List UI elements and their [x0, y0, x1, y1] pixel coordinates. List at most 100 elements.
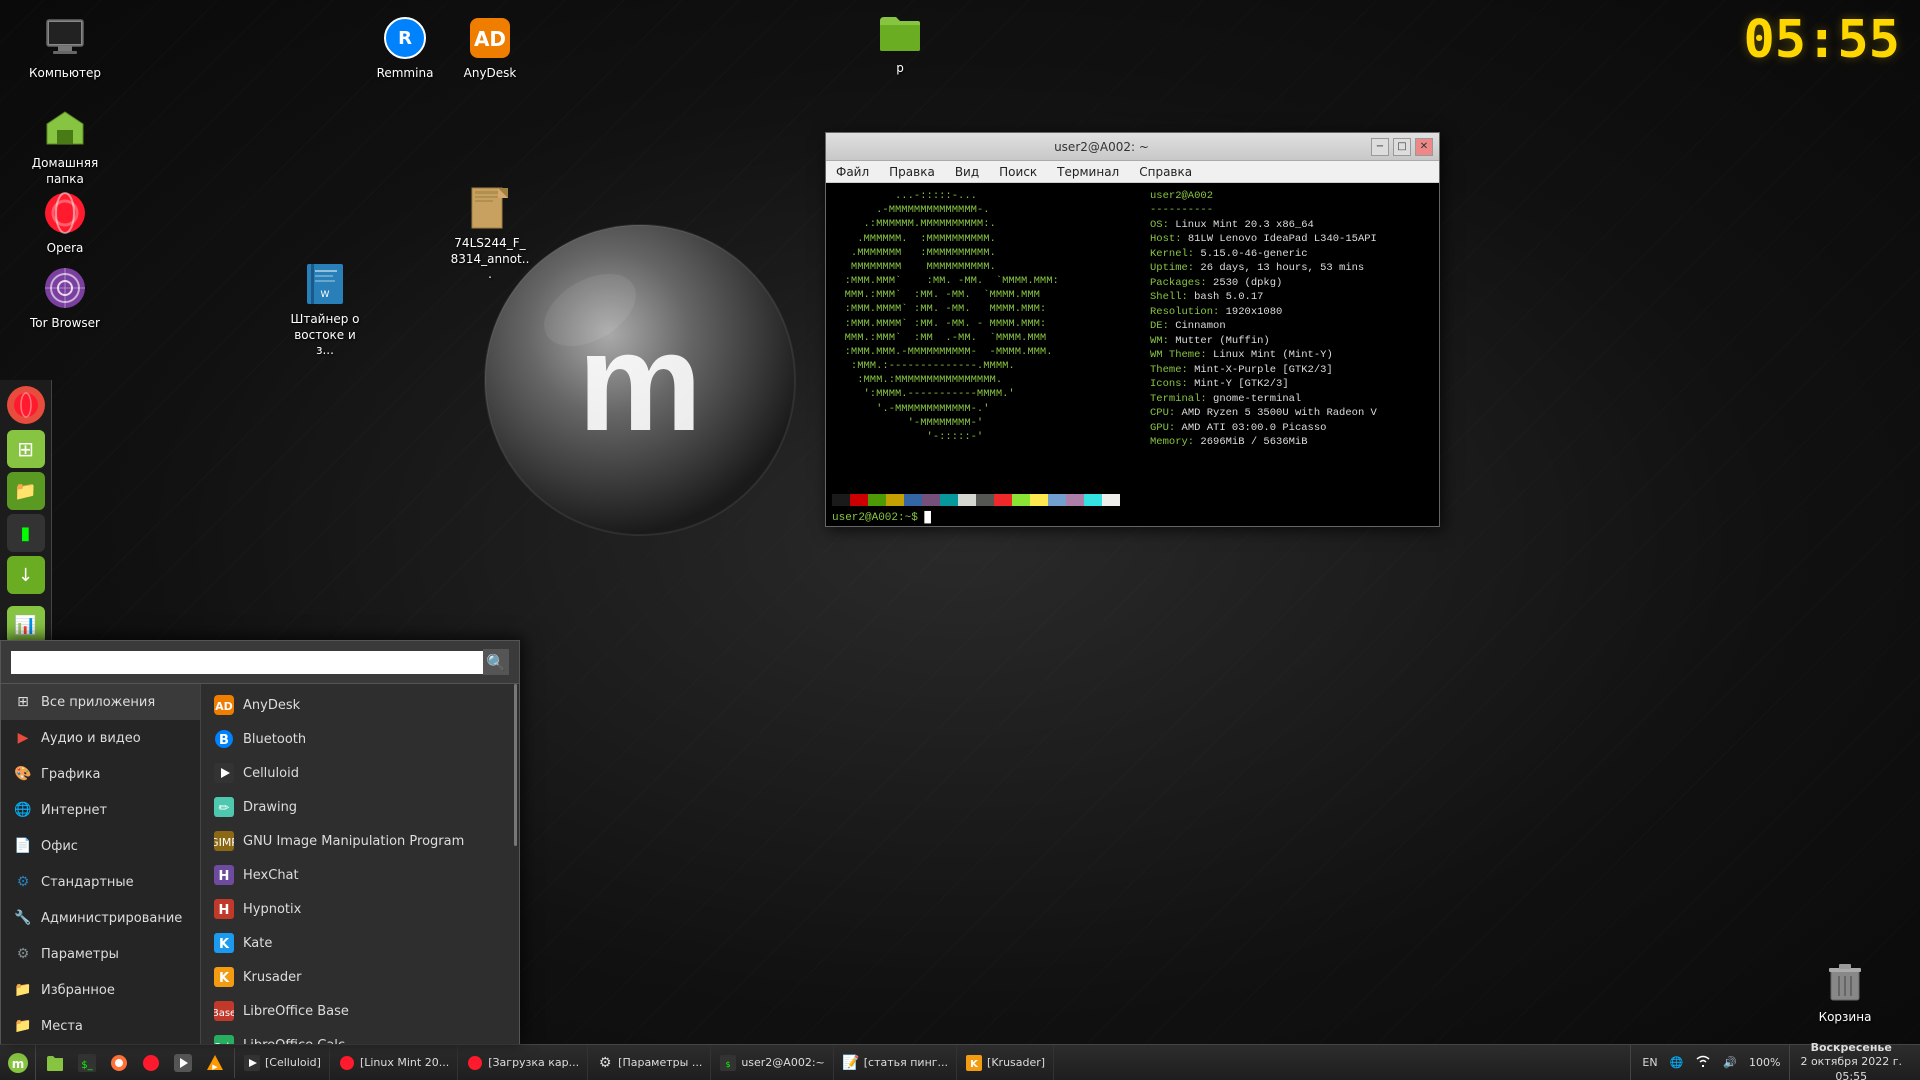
start-app-libreoffice-base[interactable]: Base LibreOffice Base [201, 994, 519, 1028]
systray-wifi-icon[interactable] [1692, 1052, 1714, 1073]
start-app-libreoffice-calc[interactable]: Calc LibreOffice Calc [201, 1028, 519, 1044]
desktop-icon-opera[interactable]: Opera [20, 185, 110, 261]
desktop-icon-remmina[interactable]: R Remmina [360, 10, 450, 86]
desktop-icon-anydesk[interactable]: AD AnyDesk [445, 10, 535, 86]
graphics-label: Графика [41, 767, 101, 782]
sidebar-opera-button[interactable] [7, 386, 45, 424]
desktop-icon-folder-p[interactable]: р [855, 5, 945, 81]
terminal-menubar: Файл Правка Вид Поиск Терминал Справка [826, 161, 1439, 183]
terminal-info: user2@A002 ---------- OS: Linux Mint 20.… [1142, 189, 1377, 486]
taskbar-celluloid[interactable]: [Celluloid] [235, 1045, 330, 1080]
terminal-prompt: user2@A002:~$ █ [826, 510, 1439, 526]
color-swatch-1 [850, 494, 868, 506]
start-cat-office[interactable]: 📄 Офис [1, 828, 200, 864]
taskbar-start-button[interactable]: m [0, 1045, 36, 1080]
graphics-icon: 🎨 [13, 764, 33, 784]
start-app-gimp[interactable]: GIMP GNU Image Manipulation Program [201, 824, 519, 858]
quick-opera-button[interactable] [136, 1048, 166, 1078]
folder-p-icon [876, 9, 924, 57]
sidebar-monitor-button[interactable]: 📊 [7, 606, 45, 644]
start-search-input[interactable] [11, 651, 483, 674]
color-swatch-13 [1066, 494, 1084, 506]
terminal-menu-file[interactable]: Файл [832, 163, 873, 181]
terminal-menu-edit[interactable]: Правка [885, 163, 939, 181]
terminal-menu-help[interactable]: Справка [1135, 163, 1196, 181]
start-app-kate[interactable]: K Kate [201, 926, 519, 960]
quick-terminal-button[interactable]: $_ [72, 1048, 102, 1078]
taskbar-opera1[interactable]: [Linux Mint 20... [330, 1045, 458, 1080]
terminal-minimize-button[interactable]: − [1371, 138, 1389, 156]
office-icon: 📄 [13, 836, 33, 856]
settings-icon: ⚙ [13, 944, 33, 964]
terminal-neofetch-art: ...-:::::-... .-MMMMMMMMMMMMMM-. .:MMMMM… [832, 189, 1142, 486]
start-cat-graphics[interactable]: 🎨 Графика [1, 756, 200, 792]
svg-text:$_: $_ [81, 1060, 93, 1071]
start-cat-av[interactable]: ▶ Аудио и видео [1, 720, 200, 756]
sidebar-terminal-button[interactable]: ▮ [7, 514, 45, 552]
sidebar-apps-button[interactable]: ⊞ [7, 430, 45, 468]
celluloid-app-icon [213, 762, 235, 784]
start-cat-favorites[interactable]: 📁 Избранное [1, 972, 200, 1008]
all-apps-icon: ⊞ [13, 692, 33, 712]
systray-lang[interactable]: EN [1639, 1054, 1660, 1071]
start-cat-settings[interactable]: ⚙ Параметры [1, 936, 200, 972]
start-app-celluloid[interactable]: Celluloid [201, 756, 519, 790]
taskbar-date: 2 октября 2022 г. [1800, 1055, 1902, 1069]
desktop: 05:55 Компьютер Домашняя [0, 0, 1920, 1080]
desktop-icon-trash[interactable]: Корзина [1800, 954, 1890, 1030]
start-cat-all[interactable]: ⊞ Все приложения [1, 684, 200, 720]
opera2-taskbar-label: [Загрузка кар... [488, 1056, 579, 1069]
terminal-menu-terminal[interactable]: Терминал [1053, 163, 1123, 181]
start-app-bluetooth[interactable]: B Bluetooth [201, 722, 519, 756]
gimp-app-label: GNU Image Manipulation Program [243, 834, 464, 849]
svg-text:AD: AD [215, 700, 233, 713]
start-cat-standard[interactable]: ⚙ Стандартные [1, 864, 200, 900]
taskbar-article[interactable]: 📝 [статья пинг... [834, 1045, 957, 1080]
start-cat-internet[interactable]: 🌐 Интернет [1, 792, 200, 828]
quick-vlc-button[interactable]: ▶ [200, 1048, 230, 1078]
mint-logo: m [480, 220, 800, 540]
terminal-maximize-button[interactable]: □ [1393, 138, 1411, 156]
systray-sound-icon[interactable]: 🔊 [1720, 1054, 1740, 1071]
start-menu: 🔍 ⊞ Все приложения ▶ Аудио и видео 🎨 Гра… [0, 640, 520, 1044]
computer-icon [41, 14, 89, 62]
libreoffice-base-label: LibreOffice Base [243, 1004, 349, 1019]
start-app-anydesk[interactable]: AD AnyDesk [201, 688, 519, 722]
systray-network-icon[interactable]: 🌐 [1667, 1054, 1687, 1071]
all-apps-label: Все приложения [41, 695, 155, 710]
start-search-button[interactable]: 🔍 [483, 649, 509, 675]
quick-files-button[interactable] [40, 1048, 70, 1078]
office-label: Офис [41, 839, 78, 854]
quick-celluloid-button[interactable] [168, 1048, 198, 1078]
start-app-drawing[interactable]: ✏ Drawing [201, 790, 519, 824]
celluloid-taskbar-label: [Celluloid] [265, 1056, 321, 1069]
start-cat-places[interactable]: 📁 Места [1, 1008, 200, 1044]
svg-text:W: W [321, 290, 330, 300]
taskbar-term[interactable]: $ user2@A002:~ [711, 1045, 833, 1080]
taskbar-opera2[interactable]: [Загрузка кар... [458, 1045, 588, 1080]
color-swatch-4 [904, 494, 922, 506]
start-app-hexchat[interactable]: H HexChat [201, 858, 519, 892]
desktop-icon-computer[interactable]: Компьютер [20, 10, 110, 86]
terminal-menu-view[interactable]: Вид [951, 163, 983, 181]
start-app-krusader[interactable]: K Krusader [201, 960, 519, 994]
start-app-hypnotix[interactable]: H Hypnotix [201, 892, 519, 926]
big-clock: 05:55 [1743, 10, 1900, 70]
start-cat-admin[interactable]: 🔧 Администрирование [1, 900, 200, 936]
quick-firefox-button[interactable] [104, 1048, 134, 1078]
taskbar-params[interactable]: ⚙ [Параметры ... [588, 1045, 711, 1080]
desktop-icon-book[interactable]: W Штайнер овостоке и з... [280, 256, 370, 363]
article-taskbar-icon: 📝 [842, 1054, 860, 1072]
desktop-icon-home[interactable]: Домашняяпапка [20, 100, 110, 191]
taskbar-clock[interactable]: Воскресенье 2 октября 2022 г. 05:55 [1789, 1045, 1912, 1080]
terminal-menu-search[interactable]: Поиск [995, 163, 1041, 181]
sidebar-files-button[interactable]: 📁 [7, 472, 45, 510]
standard-label: Стандартные [41, 875, 134, 890]
sidebar-downloads-button[interactable]: ↓ [7, 556, 45, 594]
terminal-close-button[interactable]: ✕ [1415, 138, 1433, 156]
places-label: Места [41, 1019, 83, 1034]
taskbar-krusader[interactable]: K [Krusader] [957, 1045, 1054, 1080]
systray-battery[interactable]: 100% [1746, 1054, 1783, 1071]
term-taskbar-label: user2@A002:~ [741, 1056, 824, 1069]
desktop-icon-tor[interactable]: Tor Browser [20, 260, 110, 336]
